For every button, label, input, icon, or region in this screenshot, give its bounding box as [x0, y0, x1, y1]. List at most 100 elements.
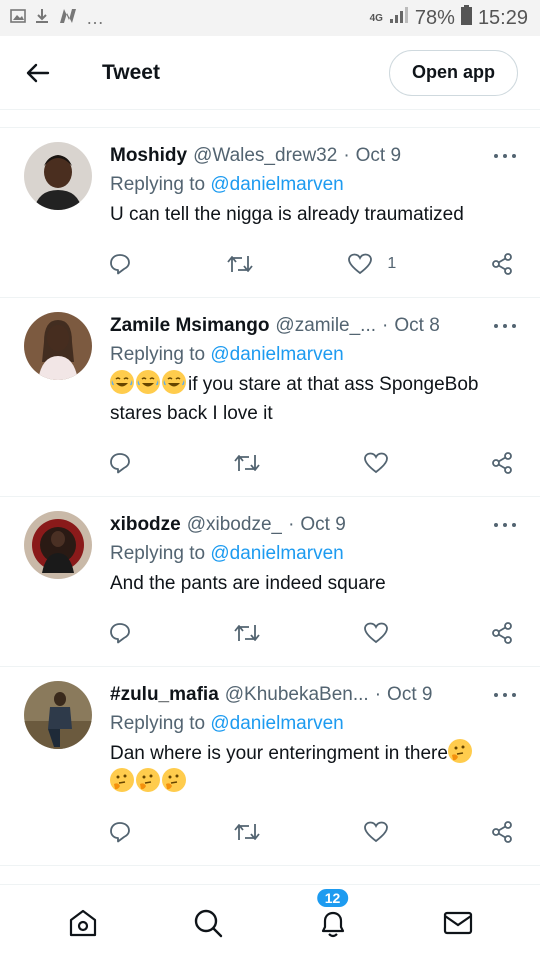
network-type: 4G [369, 12, 383, 24]
reply-tweet[interactable]: Zamile Msimango @zamile_... · Oct 8 Repl… [0, 298, 540, 497]
home-icon [69, 909, 96, 936]
like-count: 1 [387, 255, 397, 272]
user-handle[interactable]: @zamile_... [275, 312, 376, 340]
mail-icon [443, 911, 472, 934]
display-name[interactable]: Zamile Msimango [110, 312, 269, 340]
reply-button[interactable] [108, 451, 132, 475]
avatar[interactable] [24, 312, 92, 380]
signal-icon [389, 6, 409, 30]
tweet-date[interactable]: Oct 9 [300, 511, 345, 539]
replying-to-label: Replying to [110, 713, 206, 734]
tweet-date[interactable]: Oct 9 [387, 681, 432, 709]
retweet-button[interactable] [233, 451, 261, 475]
like-button[interactable]: 1 [347, 252, 396, 276]
reply-tweet[interactable]: #zulu_mafia @KhubekaBen... · Oct 9 Reply… [0, 667, 540, 866]
replying-to: Replying to @danielmarven [110, 709, 514, 739]
app-notification-icon [58, 8, 78, 29]
clock: 15:29 [477, 6, 528, 29]
share-button[interactable] [490, 451, 514, 475]
tweet-text-body: Dan where is your enteringment in there [110, 743, 448, 764]
bell-icon [321, 911, 344, 937]
avatar[interactable] [24, 511, 92, 579]
tweet-date[interactable]: Oct 8 [394, 312, 439, 340]
retweet-icon [234, 824, 261, 840]
retweet-button[interactable] [233, 820, 261, 844]
top-header: Tweet Open app [0, 36, 540, 110]
reply-icon [110, 254, 130, 275]
tweet-actions [108, 616, 514, 650]
user-handle[interactable]: @KhubekaBen... [225, 681, 369, 709]
display-name[interactable]: #zulu_mafia [110, 681, 219, 709]
reply-tweet[interactable]: xibodze @xibodze_ · Oct 9 Replying to @d… [0, 497, 540, 667]
reply-button[interactable] [108, 621, 132, 645]
nav-notifications[interactable]: 12 [313, 886, 353, 943]
nav-messages[interactable] [438, 903, 478, 943]
share-icon [492, 622, 512, 644]
reply-icon [110, 623, 130, 644]
reply-button[interactable] [108, 820, 132, 844]
image-notification-icon [10, 8, 26, 28]
nav-home[interactable] [63, 903, 103, 943]
reply-tweet[interactable]: Moshidy @Wales_drew32 · Oct 9 Replying t… [0, 128, 540, 298]
page-title: Tweet [102, 60, 160, 84]
more-notifications-icon: … [86, 7, 104, 28]
share-button[interactable] [490, 621, 514, 645]
thinking-face-emoji-icon [162, 768, 186, 792]
like-button[interactable] [363, 451, 389, 475]
replying-to-label: Replying to [110, 344, 206, 365]
retweet-button[interactable] [226, 252, 254, 276]
display-name[interactable]: xibodze [110, 511, 181, 539]
more-options-button[interactable] [494, 316, 516, 336]
tweet-actions [108, 446, 514, 480]
nav-search[interactable] [188, 903, 228, 943]
download-notification-icon [34, 8, 50, 29]
share-button[interactable] [490, 820, 514, 844]
notifications-badge: 12 [314, 886, 351, 909]
thinking-face-emoji-icon [136, 768, 160, 792]
tweet-text: Dan where is your enteringment in there [110, 739, 514, 797]
like-button[interactable] [363, 820, 389, 844]
display-name[interactable]: Moshidy [110, 142, 187, 170]
share-icon [492, 253, 512, 275]
separator-dot: · [288, 514, 295, 535]
arrow-left-icon [26, 63, 50, 82]
avatar[interactable] [24, 142, 92, 210]
mention-link[interactable]: @danielmarven [210, 543, 343, 564]
share-button[interactable] [490, 252, 514, 276]
user-handle[interactable]: @Wales_drew32 [193, 142, 337, 170]
battery-percent: 78% [414, 6, 455, 29]
reply-icon [110, 822, 130, 843]
crying-laughing-emoji-icon [110, 370, 134, 394]
more-options-button[interactable] [494, 685, 516, 705]
separator-dot: · [382, 315, 389, 336]
more-options-button[interactable] [494, 146, 516, 166]
retweet-button[interactable] [233, 621, 261, 645]
back-button[interactable] [24, 59, 52, 87]
retweet-icon [226, 256, 253, 272]
tweet-actions [108, 815, 514, 849]
share-icon [492, 821, 512, 843]
tweet-date[interactable]: Oct 9 [356, 142, 401, 170]
more-options-button[interactable] [494, 515, 516, 535]
heart-icon [363, 622, 388, 644]
open-app-button[interactable]: Open app [388, 49, 518, 96]
status-bar-notifications: … [10, 8, 104, 29]
like-button[interactable] [363, 621, 389, 645]
heart-icon [348, 253, 373, 275]
bottom-navigation: 12 [0, 884, 540, 960]
avatar[interactable] [24, 681, 92, 749]
mention-link[interactable]: @danielmarven [210, 174, 343, 195]
mention-link[interactable]: @danielmarven [210, 344, 343, 365]
tweet-text: if you stare at that ass SpongeBob stare… [110, 370, 514, 428]
crying-laughing-emoji-icon [162, 370, 186, 394]
thinking-face-emoji-icon [110, 768, 134, 792]
replying-to: Replying to @danielmarven [110, 539, 514, 569]
reply-button[interactable] [108, 252, 132, 276]
replying-to: Replying to @danielmarven [110, 170, 514, 200]
mention-link[interactable]: @danielmarven [210, 713, 343, 734]
battery-icon [460, 5, 472, 31]
user-handle[interactable]: @xibodze_ [187, 511, 282, 539]
tweet-text: And the pants are indeed square [110, 573, 386, 594]
reply-icon [110, 453, 130, 474]
search-icon [194, 909, 222, 937]
